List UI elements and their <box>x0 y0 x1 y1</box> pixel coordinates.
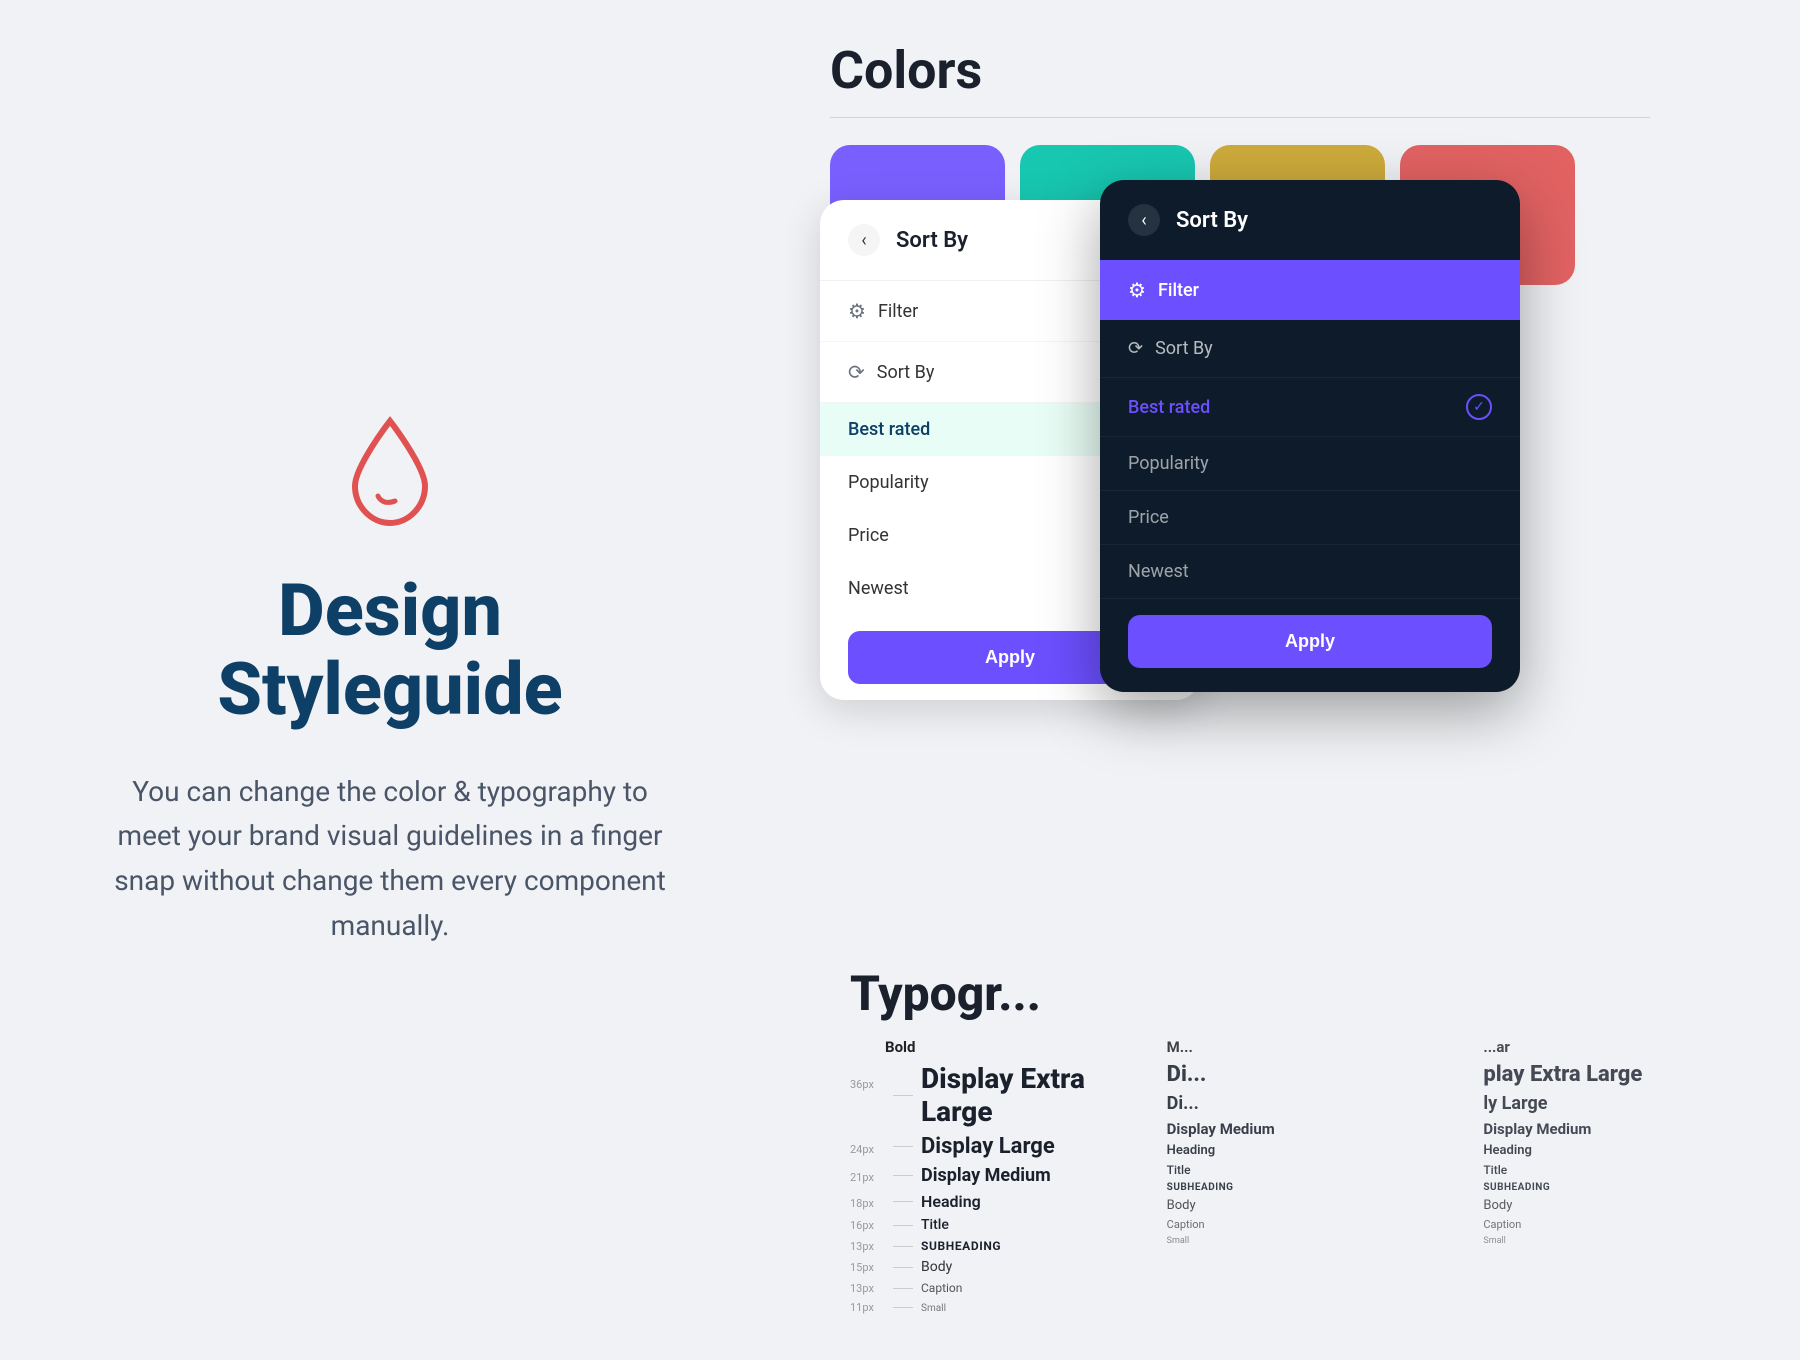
filter-label-light: Filter <box>878 301 918 322</box>
left-panel: Design Styleguide You can change the col… <box>0 0 780 1360</box>
typo3-body: Body <box>1483 1198 1790 1213</box>
typo2-title: Title <box>1167 1163 1474 1177</box>
typo-row-heading: 18px Heading <box>850 1192 1157 1211</box>
back-button-dark[interactable]: ‹ <box>1128 204 1160 236</box>
sort-by-label-dark: Sort By <box>1155 338 1213 359</box>
typo2-md: Display Medium <box>1167 1120 1474 1138</box>
main-title: Design Styleguide <box>217 571 562 729</box>
typo3-md: Display Medium <box>1483 1120 1790 1138</box>
typo-row-body: 15px Body <box>850 1259 1157 1275</box>
panels-container: ‹ Sort By ⚙ Filter ⟳ Sort By Best rated … <box>820 180 1720 880</box>
typo-row-xl: 36px Display Extra Large <box>850 1062 1157 1128</box>
typo3-xl: play Extra Large <box>1483 1062 1790 1087</box>
typo-row-lg: 24px Display Large <box>850 1134 1157 1159</box>
back-button-light[interactable]: ‹ <box>848 224 880 256</box>
panel-dark-header: ‹ Sort By <box>1100 180 1520 260</box>
typo-column-2: M... Di... Di... Display Medium Heading … <box>1167 1038 1484 1320</box>
typography-columns: Bold 36px Display Extra Large 24px Displ… <box>830 1038 1790 1320</box>
typo3-lg: ly Large <box>1483 1093 1790 1114</box>
typo2-lg: Di... <box>1167 1093 1474 1114</box>
panel-dark-sort: ‹ Sort By ⚙ Filter ⟳ Sort By Best rated … <box>1100 180 1520 692</box>
typo3-small: Small <box>1483 1236 1790 1246</box>
check-icon: ✓ <box>1466 394 1492 420</box>
colors-divider <box>830 117 1650 118</box>
typo2-caption: Caption <box>1167 1218 1474 1231</box>
typo3-heading: Heading <box>1483 1143 1790 1158</box>
filter-row-dark[interactable]: ⚙ Filter <box>1100 260 1520 320</box>
typo2-body: Body <box>1167 1198 1474 1213</box>
sort-by-label-light: Sort By <box>877 362 935 383</box>
typo2-small: Small <box>1167 1236 1474 1246</box>
description-text: You can change the color & typography to… <box>100 770 680 949</box>
typo-column-1: Bold 36px Display Extra Large 24px Displ… <box>850 1038 1167 1320</box>
typo3-title: Title <box>1483 1163 1790 1177</box>
typo3-subheading: SUBHEADING <box>1483 1182 1790 1193</box>
typo-row-caption: 13px Caption <box>850 1281 1157 1295</box>
filter-icon-light: ⚙ <box>848 299 866 323</box>
bold-label-2: M... <box>1167 1038 1474 1056</box>
typo2-heading: Heading <box>1167 1143 1474 1158</box>
filter-label-dark: Filter <box>1158 280 1199 301</box>
sort-option-newest-dark[interactable]: Newest <box>1100 545 1520 599</box>
drop-icon <box>340 411 440 531</box>
typo-row-md: 21px Display Medium <box>850 1165 1157 1186</box>
colors-header: Colors <box>830 40 1650 118</box>
sort-option-best-rated-dark[interactable]: Best rated ✓ <box>1100 378 1520 437</box>
typo-row-subheading: 13px SUBHEADING <box>850 1239 1157 1253</box>
typo-row-small: 11px Small <box>850 1301 1157 1314</box>
sort-icon-dark: ⟳ <box>1128 338 1143 359</box>
typo3-caption: Caption <box>1483 1218 1790 1231</box>
typography-section: Typogr... Bold 36px Display Extra Large … <box>830 965 1790 1320</box>
panel-light-title: Sort By <box>896 228 968 253</box>
typo2-xl: Di... <box>1167 1062 1474 1087</box>
typo-row-title: 16px Title <box>850 1217 1157 1233</box>
typo2-subheading: SUBHEADING <box>1167 1182 1474 1193</box>
filter-icon-dark: ⚙ <box>1128 278 1146 302</box>
typography-title: Typogr... <box>830 965 1790 1022</box>
sort-section-dark: ⟳ Sort By <box>1100 320 1520 378</box>
sort-icon-light: ⟳ <box>848 360 865 384</box>
typo-column-3: ...ar play Extra Large ly Large Display … <box>1483 1038 1790 1320</box>
colors-title: Colors <box>830 40 1650 101</box>
sort-option-price-dark[interactable]: Price <box>1100 491 1520 545</box>
bold-label-3: ...ar <box>1483 1038 1790 1056</box>
sort-option-popularity-dark[interactable]: Popularity <box>1100 437 1520 491</box>
bold-label: Bold <box>850 1038 1157 1056</box>
panel-dark-title: Sort By <box>1176 208 1248 233</box>
apply-button-dark[interactable]: Apply <box>1128 615 1492 668</box>
